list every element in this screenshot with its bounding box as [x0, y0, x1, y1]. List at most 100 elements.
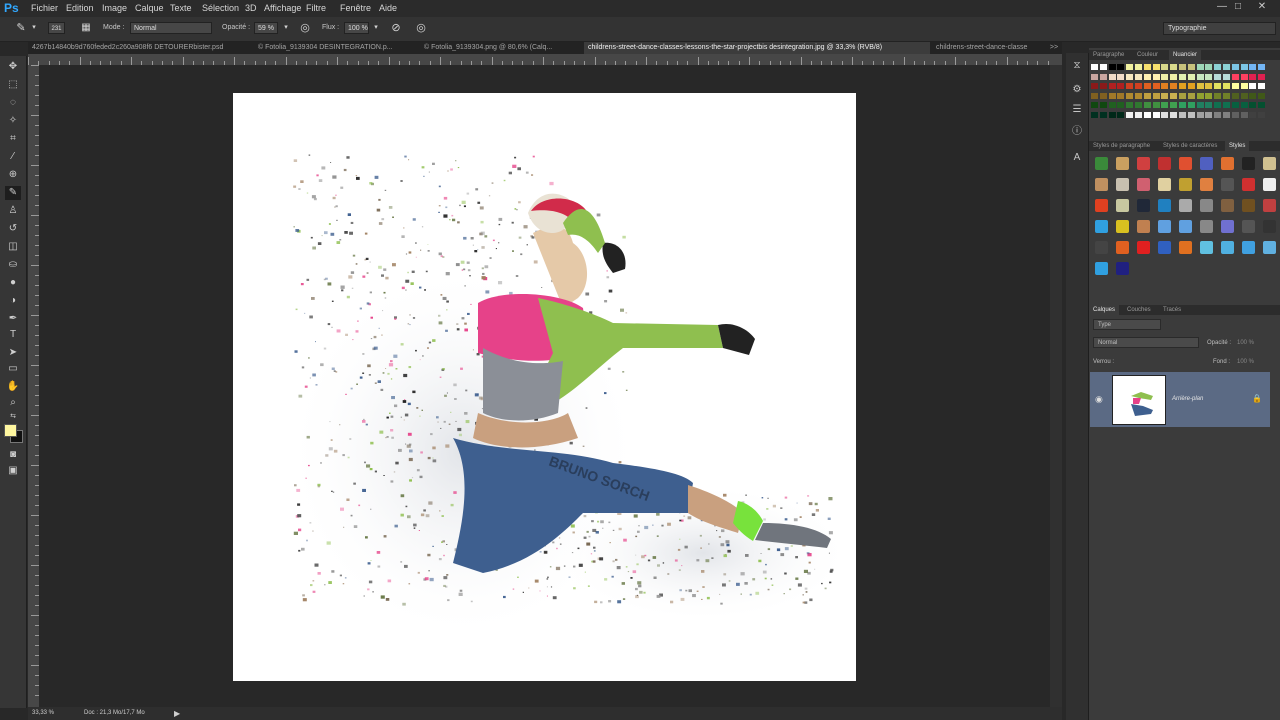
color-swatch[interactable]: [1179, 73, 1186, 80]
color-swatch[interactable]: [1091, 102, 1098, 108]
paint-bucket-tool-icon[interactable]: ⛀: [5, 258, 21, 272]
style-preset[interactable]: [1221, 199, 1234, 212]
zoom-readout[interactable]: 33,33 %: [32, 710, 54, 716]
style-preset[interactable]: [1095, 199, 1108, 212]
magic-wand-tool-icon[interactable]: ✧: [5, 114, 21, 128]
menu-fenetre[interactable]: Fenêtre: [340, 0, 371, 17]
color-swatch[interactable]: [1187, 111, 1195, 118]
layer-opacity-value[interactable]: 100 %: [1237, 340, 1254, 346]
color-swatch[interactable]: [1240, 102, 1248, 108]
style-preset[interactable]: [1137, 220, 1150, 233]
color-swatch[interactable]: [1187, 64, 1195, 70]
flow-dropdown-icon[interactable]: ▾: [369, 21, 383, 35]
app-logo[interactable]: Ps: [4, 0, 19, 17]
color-swatch[interactable]: [1231, 102, 1239, 108]
style-preset[interactable]: [1116, 199, 1129, 212]
zoom-tool-icon[interactable]: ⌕: [5, 396, 21, 410]
marquee-tool-icon[interactable]: ⬚: [5, 78, 21, 92]
color-swatch[interactable]: [1143, 92, 1151, 99]
menu-filtre[interactable]: Filtre: [306, 0, 326, 17]
color-swatch[interactable]: [1258, 102, 1266, 108]
vertical-scrollbar[interactable]: [1050, 65, 1062, 707]
airbrush-icon[interactable]: ⊘: [389, 21, 403, 35]
swap-colors-icon[interactable]: ⇆: [5, 410, 21, 424]
color-swatch[interactable]: [1258, 83, 1266, 89]
color-swatch[interactable]: [1249, 111, 1257, 118]
maximize-button[interactable]: □: [1230, 0, 1246, 14]
color-swatch[interactable]: [1135, 92, 1142, 99]
clone-stamp-tool-icon[interactable]: ♙: [5, 204, 21, 218]
style-preset[interactable]: [1242, 241, 1255, 254]
menu-calque[interactable]: Calque: [135, 0, 164, 17]
color-swatch[interactable]: [1117, 64, 1125, 70]
menu-3d[interactable]: 3D: [245, 0, 257, 17]
color-swatch[interactable]: [1161, 73, 1169, 80]
color-swatch[interactable]: [1170, 83, 1178, 89]
color-swatch[interactable]: [1099, 73, 1107, 80]
color-swatch[interactable]: [1117, 111, 1125, 118]
color-swatch[interactable]: [1170, 64, 1178, 70]
color-swatch[interactable]: [1161, 111, 1169, 118]
layer-row[interactable]: ◉ Arrière-plan 🔒: [1090, 372, 1270, 427]
path-selection-tool-icon[interactable]: ➤: [5, 346, 21, 360]
style-preset[interactable]: [1158, 220, 1171, 233]
brush-size-picker[interactable]: 231: [48, 22, 65, 34]
menu-aide[interactable]: Aide: [379, 0, 397, 17]
status-menu-arrow-icon[interactable]: ▶: [174, 709, 180, 718]
color-swatch[interactable]: [1179, 64, 1186, 70]
color-swatch[interactable]: [1143, 83, 1151, 89]
style-preset[interactable]: [1200, 199, 1213, 212]
history-panel-icon[interactable]: ⧖: [1070, 59, 1084, 73]
color-swatch[interactable]: [1249, 92, 1257, 99]
brush-panel-icon[interactable]: ▦: [79, 21, 93, 35]
style-preset[interactable]: [1179, 178, 1192, 191]
tab-fotolia[interactable]: © Fotolia_9139304.png @ 80,6% (Calq...: [420, 42, 584, 54]
style-preset[interactable]: [1158, 178, 1171, 191]
eyedropper-tool-icon[interactable]: ⁄: [5, 150, 21, 164]
style-preset[interactable]: [1263, 178, 1276, 191]
color-swatch[interactable]: [1126, 111, 1134, 118]
style-preset[interactable]: [1116, 241, 1129, 254]
color-swatch[interactable]: [1205, 64, 1213, 70]
style-preset[interactable]: [1095, 157, 1108, 170]
visibility-eye-icon[interactable]: ◉: [1095, 394, 1103, 405]
style-preset[interactable]: [1158, 157, 1171, 170]
color-swatch[interactable]: [1152, 102, 1160, 108]
color-swatch[interactable]: [1240, 83, 1248, 89]
blur-tool-icon[interactable]: ●: [5, 276, 21, 290]
color-swatch[interactable]: [1223, 111, 1230, 118]
style-preset[interactable]: [1242, 178, 1255, 191]
style-preset[interactable]: [1137, 199, 1150, 212]
styles-grid[interactable]: [1089, 153, 1280, 290]
color-swatch[interactable]: [1117, 73, 1125, 80]
style-preset[interactable]: [1116, 262, 1129, 275]
color-swatch[interactable]: [1214, 102, 1222, 108]
style-preset[interactable]: [1221, 157, 1234, 170]
swatches-grid[interactable]: [1089, 62, 1280, 138]
color-swatch[interactable]: [1249, 102, 1257, 108]
color-swatch[interactable]: [1187, 92, 1195, 99]
color-swatch[interactable]: [1249, 83, 1257, 89]
color-swatch[interactable]: [1091, 64, 1098, 70]
color-swatch[interactable]: [1231, 111, 1239, 118]
color-swatch[interactable]: [1099, 64, 1107, 70]
color-swatch[interactable]: [1135, 64, 1142, 70]
color-swatch[interactable]: [1258, 111, 1266, 118]
brush-tool-selected-icon[interactable]: ✎: [5, 186, 21, 200]
tabs-overflow-button[interactable]: >>: [1046, 42, 1062, 54]
quick-mask-icon[interactable]: ◙: [5, 448, 21, 462]
color-swatch[interactable]: [1161, 92, 1169, 99]
color-swatch[interactable]: [1231, 92, 1239, 99]
color-swatch[interactable]: [1126, 83, 1134, 89]
style-preset[interactable]: [1221, 178, 1234, 191]
tab-desintegration[interactable]: © Fotolia_9139304 DESINTEGRATION.p...: [254, 42, 418, 54]
foreground-color-swatch[interactable]: [4, 424, 17, 437]
color-swatch[interactable]: [1187, 102, 1195, 108]
color-swatch[interactable]: [1258, 64, 1266, 70]
color-swatch[interactable]: [1240, 111, 1248, 118]
layer-name[interactable]: Arrière-plan: [1172, 396, 1203, 402]
brush-tool-icon[interactable]: ✎: [14, 21, 28, 35]
style-preset[interactable]: [1263, 241, 1276, 254]
style-preset[interactable]: [1179, 157, 1192, 170]
style-preset[interactable]: [1137, 241, 1150, 254]
